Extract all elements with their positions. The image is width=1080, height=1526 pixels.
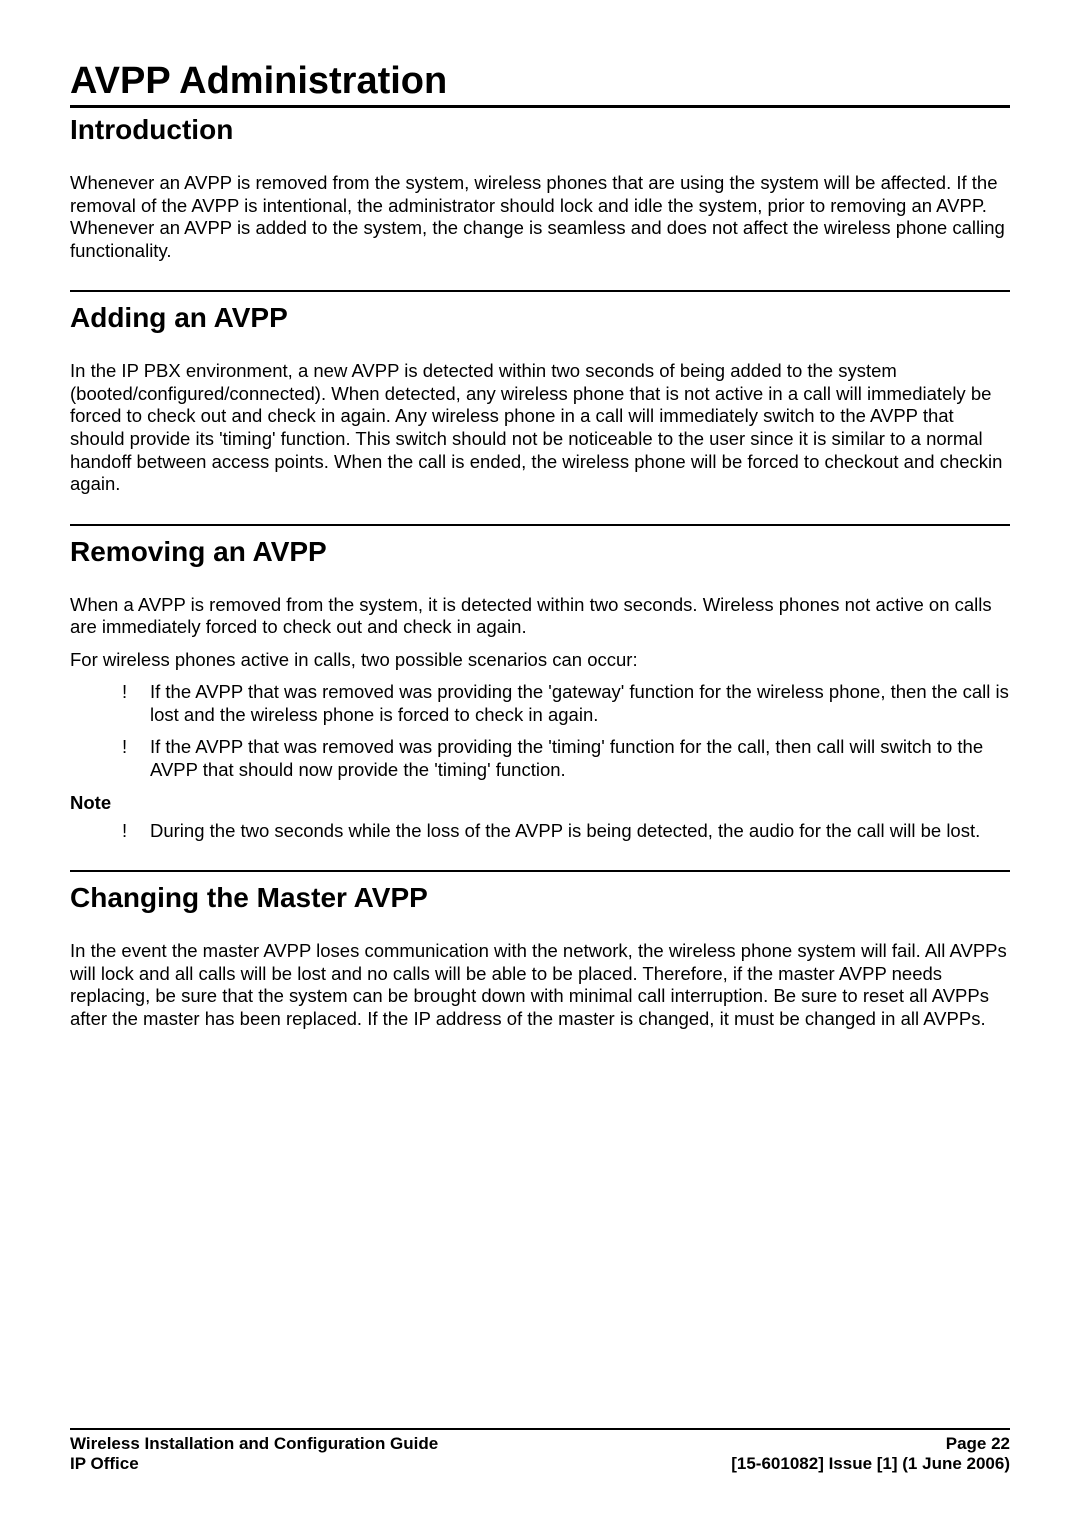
heading-adding-avpp: Adding an AVPP [70,302,1010,334]
document-page: AVPP Administration Introduction Wheneve… [0,0,1080,1526]
section-removing-avpp: Removing an AVPP When a AVPP is removed … [70,524,1010,843]
paragraph: When a AVPP is removed from the system, … [70,594,1010,639]
page-title: AVPP Administration [70,60,1010,108]
note-bullet-list: During the two seconds while the loss of… [70,820,1010,843]
paragraph: In the event the master AVPP loses commu… [70,940,1010,1030]
section-adding-avpp: Adding an AVPP In the IP PBX environment… [70,290,1010,495]
footer-doc-title: Wireless Installation and Configuration … [70,1434,438,1454]
footer-product: IP Office [70,1454,438,1474]
paragraph: In the IP PBX environment, a new AVPP is… [70,360,1010,495]
note-label: Note [70,792,1010,814]
page-footer: Wireless Installation and Configuration … [70,1428,1010,1474]
list-item: If the AVPP that was removed was providi… [122,736,1010,781]
section-introduction: Introduction Whenever an AVPP is removed… [70,114,1010,262]
heading-introduction: Introduction [70,114,1010,146]
list-item: During the two seconds while the loss of… [122,820,1010,843]
footer-right: Page 22 [15-601082] Issue [1] (1 June 20… [731,1434,1010,1474]
heading-removing-avpp: Removing an AVPP [70,536,1010,568]
footer-issue-date: [15-601082] Issue [1] (1 June 2006) [731,1454,1010,1474]
list-item: If the AVPP that was removed was providi… [122,681,1010,726]
section-changing-master-avpp: Changing the Master AVPP In the event th… [70,870,1010,1030]
heading-changing-master-avpp: Changing the Master AVPP [70,882,1010,914]
paragraph: Whenever an AVPP is removed from the sys… [70,172,1010,262]
footer-left: Wireless Installation and Configuration … [70,1434,438,1474]
bullet-list: If the AVPP that was removed was providi… [70,681,1010,781]
paragraph: For wireless phones active in calls, two… [70,649,1010,672]
footer-page-number: Page 22 [731,1434,1010,1454]
